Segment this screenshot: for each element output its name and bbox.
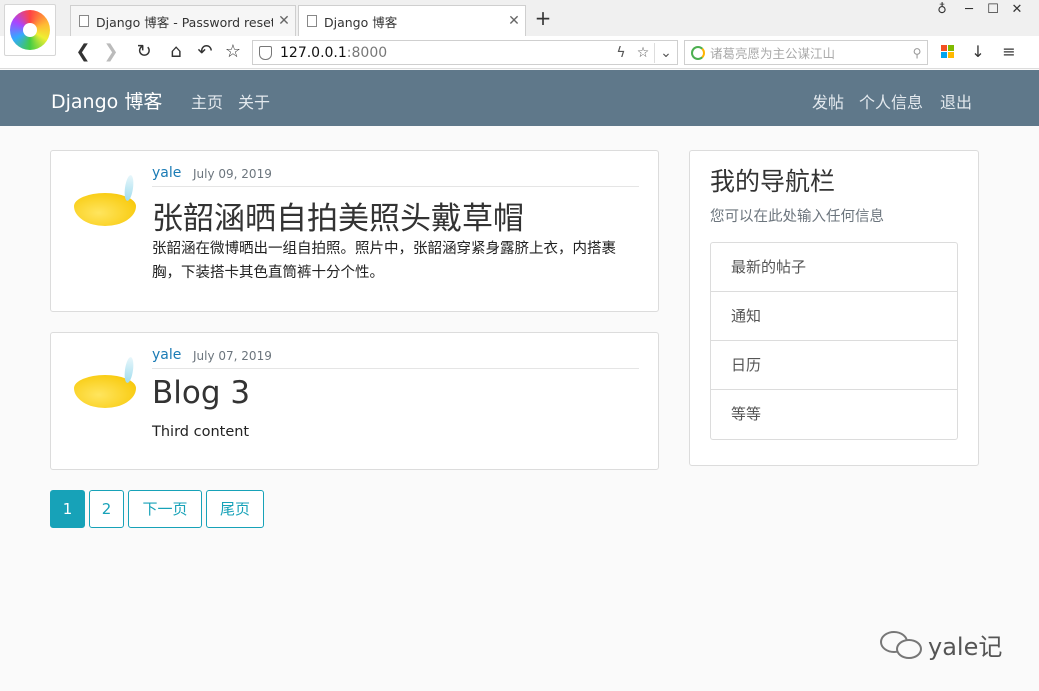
watermark: yale记 <box>880 627 1002 662</box>
nav-about[interactable]: 关于 <box>238 89 270 113</box>
post-card: yale July 07, 2019 Blog 3 Third content <box>50 332 659 470</box>
last-page-button[interactable]: 尾页 <box>206 490 264 528</box>
post-meta: yale July 09, 2019 <box>152 165 639 187</box>
browser-tabbar: Django 博客 - Password reset ✕ Django 博客 ✕… <box>0 0 1039 56</box>
avatar <box>72 353 140 413</box>
url-text[interactable]: 127.0.0.1:8000 <box>280 45 610 61</box>
sidebar-item-latest-posts[interactable]: 最新的帖子 <box>711 243 957 292</box>
wechat-icon <box>880 629 924 661</box>
sidebar-item-notifications[interactable]: 通知 <box>711 292 957 341</box>
close-icon[interactable]: ✕ <box>503 13 525 29</box>
shield-icon <box>259 45 272 60</box>
search-input[interactable]: 诸葛亮愿为主公谋江山 ⚲ <box>684 40 928 65</box>
new-tab-button[interactable]: + <box>533 8 553 28</box>
post-content: Third content <box>152 424 250 440</box>
post-date: July 09, 2019 <box>193 167 272 181</box>
skin-icon[interactable]: ♁ <box>933 2 951 17</box>
menu-icon[interactable]: ≡ <box>999 42 1019 62</box>
search-placeholder: 诸葛亮愿为主公谋江山 <box>710 46 836 61</box>
sidebar-list: 最新的帖子 通知 日历 等等 <box>710 242 958 440</box>
post-meta: yale July 07, 2019 <box>152 347 639 369</box>
browser-toolbar: ❮ ❯ ↻ ⌂ ↶ ☆ 127.0.0.1:8000 ϟ ☆ ⌄ 诸葛亮愿为主公… <box>0 36 1039 69</box>
lightning-icon[interactable]: ϟ <box>610 45 632 61</box>
page-1-button[interactable]: 1 <box>50 490 85 528</box>
forward-icon[interactable]: ❯ <box>100 39 122 65</box>
page-icon <box>79 15 89 27</box>
search-icon[interactable]: ⚲ <box>907 46 927 60</box>
home-icon[interactable]: ⌂ <box>165 39 187 65</box>
bookmark-star-icon[interactable]: ☆ <box>222 39 244 65</box>
next-page-button[interactable]: 下一页 <box>128 490 202 528</box>
reload-icon[interactable]: ↻ <box>133 39 155 65</box>
page-2-button[interactable]: 2 <box>89 490 124 528</box>
page-icon <box>307 15 317 27</box>
tab-password-reset[interactable]: Django 博客 - Password reset ✕ <box>70 5 296 36</box>
nav-new-post[interactable]: 发帖 <box>812 89 844 113</box>
nav-profile[interactable]: 个人信息 <box>859 89 923 113</box>
sidebar-item-calendar[interactable]: 日历 <box>711 341 957 390</box>
minimize-icon[interactable]: ─ <box>960 2 978 17</box>
post-title-link[interactable]: Blog 3 <box>152 375 250 411</box>
tab-title: Django 博客 <box>324 14 398 30</box>
post-author-link[interactable]: yale <box>152 165 181 181</box>
chevron-down-icon[interactable]: ⌄ <box>655 45 677 61</box>
post-content: 张韶涵在微博晒出一组自拍照。照片中，张韶涵穿紧身露脐上衣，内搭裹胸，下装搭卡其色… <box>152 241 616 281</box>
undo-icon[interactable]: ↶ <box>194 39 216 65</box>
apps-grid-icon[interactable] <box>937 42 957 61</box>
sidebar-item-etc[interactable]: 等等 <box>711 390 957 439</box>
close-icon[interactable]: ✕ <box>273 13 295 29</box>
download-icon[interactable]: ↓ <box>968 42 988 62</box>
back-icon[interactable]: ❮ <box>72 39 94 65</box>
favorite-star-icon[interactable]: ☆ <box>632 45 654 61</box>
maximize-icon[interactable]: ☐ <box>984 2 1002 17</box>
site-brand[interactable]: Django 博客 <box>51 87 162 114</box>
nav-logout[interactable]: 退出 <box>940 89 972 113</box>
browser-logo-icon[interactable] <box>4 4 56 56</box>
post-title-link[interactable]: 张韶涵晒自拍美照头戴草帽 <box>152 193 524 238</box>
tab-django-blog[interactable]: Django 博客 ✕ <box>298 5 526 36</box>
watermark-text: yale记 <box>928 633 1003 661</box>
search-engine-icon <box>691 45 705 60</box>
sidebar-subtitle: 您可以在此处输入任何信息 <box>710 209 884 225</box>
post-author-link[interactable]: yale <box>152 347 181 363</box>
post-date: July 07, 2019 <box>193 349 272 363</box>
address-bar[interactable]: 127.0.0.1:8000 ϟ ☆ ⌄ <box>252 40 678 65</box>
nav-home[interactable]: 主页 <box>191 89 223 113</box>
close-window-icon[interactable]: ✕ <box>1008 2 1026 17</box>
site-navbar: Django 博客 主页 关于 发帖 个人信息 退出 <box>0 70 1039 126</box>
sidebar-card: 我的导航栏 您可以在此处输入任何信息 最新的帖子 通知 日历 等等 <box>689 150 979 466</box>
avatar <box>72 171 140 231</box>
post-card: yale July 09, 2019 张韶涵晒自拍美照头戴草帽 张韶涵在微博晒出… <box>50 150 659 312</box>
tab-title: Django 博客 - Password reset <box>96 14 273 30</box>
sidebar-title: 我的导航栏 <box>710 167 836 196</box>
